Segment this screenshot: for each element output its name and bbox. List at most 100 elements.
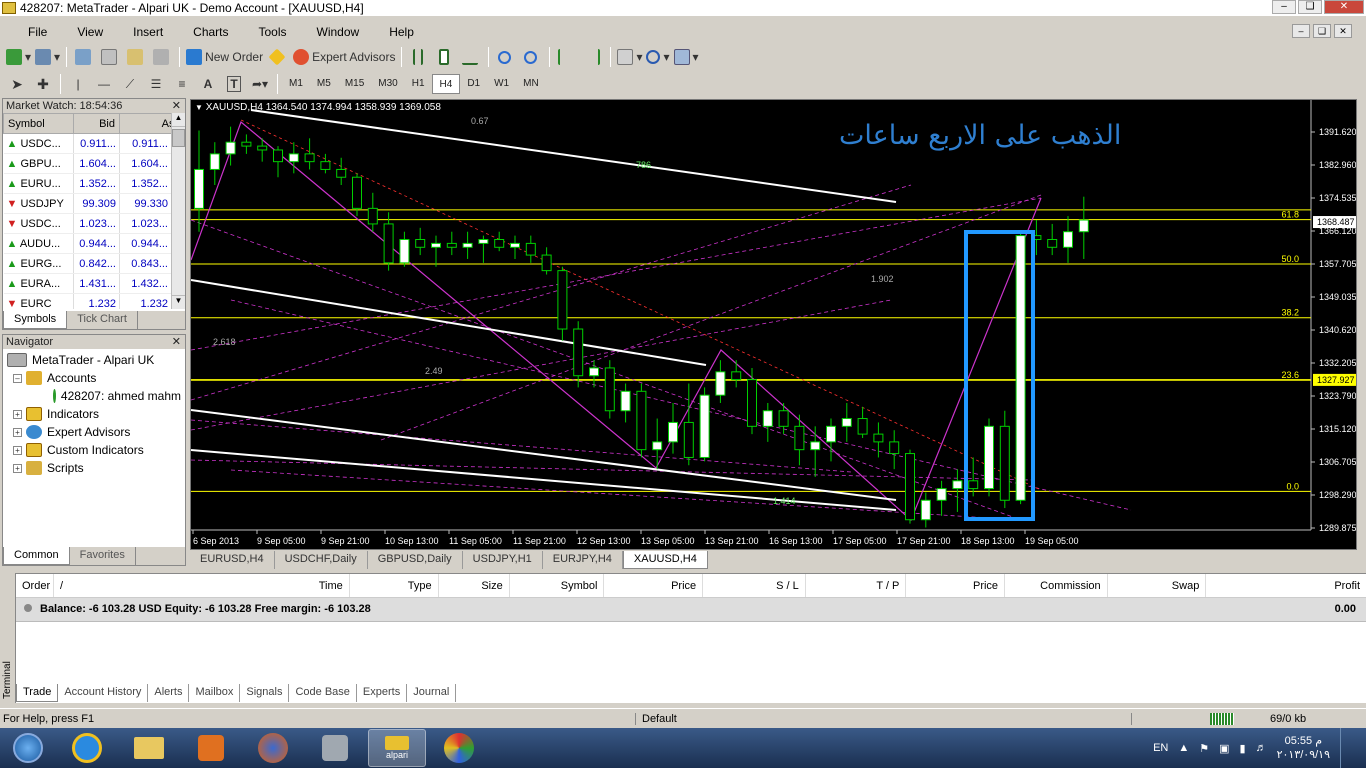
market-watch-scrollbar[interactable]: ▲ ▼ <box>171 113 185 309</box>
timeframe-h1[interactable]: H1 <box>405 74 432 94</box>
tab-symbols[interactable]: Symbols <box>3 311 68 329</box>
timeframe-mn[interactable]: MN <box>516 74 546 94</box>
chart-tab-usdchf-daily[interactable]: USDCHF,Daily <box>275 551 368 569</box>
menu-window[interactable]: Window <box>298 25 371 39</box>
tab-signals[interactable]: Signals <box>240 684 290 702</box>
chart-tab-eurjpy-h4[interactable]: EURJPY,H4 <box>543 551 623 569</box>
new-chart-button[interactable]: ▾ <box>6 47 31 67</box>
crosshair-tool[interactable]: ✚ <box>32 74 54 94</box>
column-tp[interactable]: T / P <box>806 574 907 597</box>
channel-tool[interactable]: ☰ <box>145 74 167 94</box>
navigator-custom-indicators[interactable]: + Custom Indicators <box>7 441 181 459</box>
chart-annotation-text[interactable]: الذهب على الاربع ساعات <box>839 120 1121 151</box>
volume-icon[interactable]: ♬ <box>1256 742 1267 754</box>
arrows-tool[interactable]: ➦▾ <box>249 74 271 94</box>
column-bid[interactable]: Bid <box>73 113 120 134</box>
mdi-minimize-button[interactable]: – <box>1292 24 1310 38</box>
horizontal-line-tool[interactable]: — <box>93 74 115 94</box>
market-watch-row[interactable]: ▲ GBPU... 1.604... 1.604... <box>3 153 185 174</box>
close-button[interactable]: ✕ <box>1324 0 1364 14</box>
timeframe-m15[interactable]: M15 <box>338 74 371 94</box>
column-type[interactable]: Type <box>350 574 439 597</box>
market-watch-row[interactable]: ▼ USDJPY 99.309 99.330 <box>3 193 185 214</box>
tab-account-history[interactable]: Account History <box>58 684 149 702</box>
timeframe-h4[interactable]: H4 <box>431 74 461 94</box>
tab-code-base[interactable]: Code Base <box>289 684 357 702</box>
expand-icon[interactable]: + <box>13 445 22 455</box>
column-commission[interactable]: Commission <box>1005 574 1108 597</box>
balance-row[interactable]: Balance: -6 103.28 USD Equity: -6 103.28… <box>16 598 1366 622</box>
text-tool[interactable]: A <box>197 74 219 94</box>
taskbar-explorer[interactable] <box>120 729 178 767</box>
tab-alerts[interactable]: Alerts <box>148 684 190 702</box>
timeframe-m5[interactable]: M5 <box>310 74 338 94</box>
vertical-line-tool[interactable]: | <box>67 74 89 94</box>
tray-expand-icon[interactable]: ▲ <box>1178 742 1189 754</box>
cursor-tool[interactable]: ➤ <box>6 74 28 94</box>
market-watch-toggle[interactable] <box>73 47 95 67</box>
trendline-tool[interactable]: ⟋ <box>119 74 141 94</box>
profiles-button[interactable]: ▾ <box>35 47 60 67</box>
minimize-button[interactable]: – <box>1272 0 1296 14</box>
navigator-close-icon[interactable]: ✕ <box>172 335 181 349</box>
tab-tick-chart[interactable]: Tick Chart <box>67 311 138 329</box>
taskbar-app[interactable] <box>306 729 364 767</box>
expand-icon[interactable]: + <box>13 463 22 473</box>
market-watch-row[interactable]: ▼ USDC... 1.023... 1.023... <box>3 213 185 234</box>
chart-tab-xauusd-h4[interactable]: XAUUSD,H4 <box>622 551 708 569</box>
column-order[interactable]: Order <box>16 574 54 597</box>
candlestick-button[interactable] <box>434 47 456 67</box>
templates-button[interactable]: ▾ <box>673 47 699 67</box>
menu-file[interactable]: File <box>8 25 58 39</box>
expand-icon[interactable]: + <box>13 427 22 437</box>
chart-tab-usdjpy-h1[interactable]: USDJPY,H1 <box>463 551 543 569</box>
chart-canvas[interactable]: 61.8 50.0 38.2 23.6 0.0 0.67 786 1.902 2.618 2.49… <box>191 100 1357 550</box>
menu-view[interactable]: View <box>58 25 114 39</box>
menu-charts[interactable]: Charts <box>174 25 239 39</box>
menu-tools[interactable]: Tools <box>240 25 298 39</box>
taskbar-alpari[interactable]: alpari <box>368 729 426 767</box>
auto-scroll-button[interactable] <box>556 47 578 67</box>
flag-icon[interactable]: ⚑ <box>1199 742 1209 755</box>
show-desktop-button[interactable] <box>1340 728 1352 768</box>
taskbar-firefox[interactable] <box>244 729 302 767</box>
tab-journal[interactable]: Journal <box>407 684 457 702</box>
market-watch-row[interactable]: ▲ USDC... 0.911... 0.911... <box>3 133 185 154</box>
tab-common[interactable]: Common <box>3 547 70 565</box>
tab-trade[interactable]: Trade <box>16 684 59 702</box>
menu-help[interactable]: Help <box>370 25 425 39</box>
periods-button[interactable]: ▾ <box>646 47 670 67</box>
market-watch-row[interactable]: ▲ EURA... 1.431... 1.432... <box>3 273 185 294</box>
mdi-close-button[interactable]: ✕ <box>1334 24 1352 38</box>
column-swap[interactable]: Swap <box>1108 574 1207 597</box>
indicators-button[interactable]: ▾ <box>617 47 642 67</box>
timeframe-m30[interactable]: M30 <box>371 74 404 94</box>
timeframe-m1[interactable]: M1 <box>282 74 310 94</box>
market-watch-row[interactable]: ▲ AUDU... 0.944... 0.944... <box>3 233 185 254</box>
zoom-in-button[interactable] <box>495 47 517 67</box>
menu-insert[interactable]: Insert <box>114 25 174 39</box>
column-symbol[interactable]: Symbol <box>510 574 605 597</box>
chart-tab-eurusd-h4[interactable]: EURUSD,H4 <box>190 551 275 569</box>
column-sl[interactable]: S / L <box>703 574 806 597</box>
expert-advisors-button[interactable]: Expert Advisors <box>293 47 395 67</box>
fibonacci-tool[interactable]: ≡ <box>171 74 193 94</box>
terminal-toggle[interactable] <box>151 47 173 67</box>
market-watch-row[interactable]: ▲ EURG... 0.842... 0.843... <box>3 253 185 274</box>
market-watch-row[interactable]: ▼ EURC 1.232 1.232 <box>3 293 185 309</box>
line-chart-button[interactable] <box>460 47 482 67</box>
market-watch-row[interactable]: ▲ EURU... 1.352... 1.352... <box>3 173 185 194</box>
metaeditor-button[interactable] <box>267 47 289 67</box>
bar-chart-button[interactable] <box>408 47 430 67</box>
zoom-out-button[interactable] <box>521 47 543 67</box>
label-tool[interactable]: T <box>223 74 245 94</box>
market-watch-close-icon[interactable]: ✕ <box>172 99 181 113</box>
column-sort[interactable]: / <box>54 574 291 597</box>
chart-dropdown-icon[interactable]: ▼ <box>195 103 203 112</box>
language-indicator[interactable]: EN <box>1153 742 1168 754</box>
timeframe-w1[interactable]: W1 <box>487 74 516 94</box>
taskbar-media-player[interactable] <box>182 729 240 767</box>
data-window-toggle[interactable] <box>99 47 121 67</box>
start-button[interactable] <box>2 729 54 767</box>
column-price[interactable]: Price <box>604 574 704 597</box>
